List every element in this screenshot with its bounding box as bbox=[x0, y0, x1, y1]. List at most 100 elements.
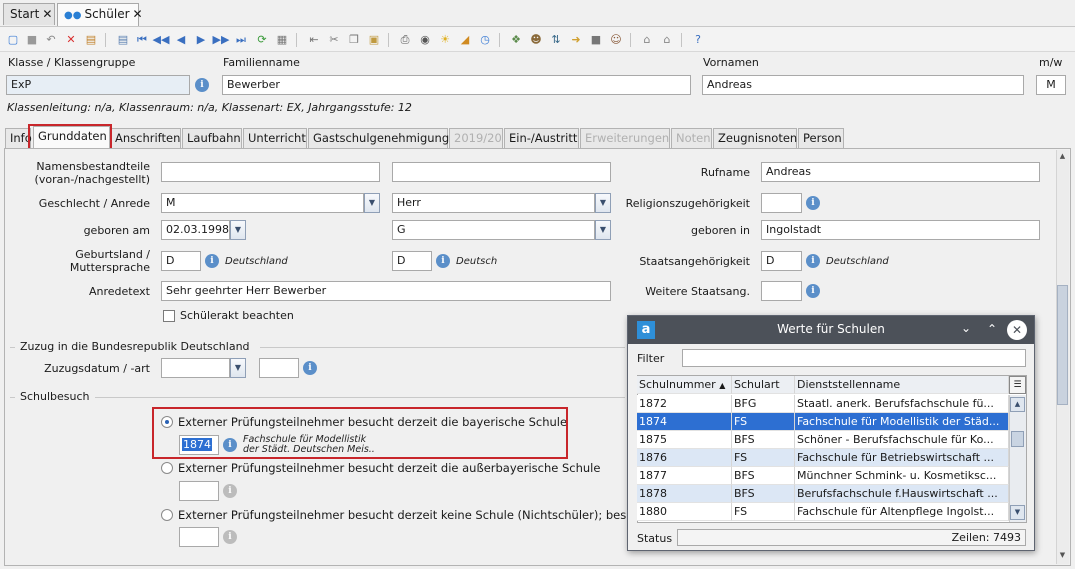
clock-icon[interactable]: ◷ bbox=[476, 31, 494, 49]
tab-anschriften[interactable]: Anschriften bbox=[110, 128, 181, 148]
table-row[interactable]: 1872 BFG Staatl. anerk. Berufsfachschule f… bbox=[637, 395, 1009, 413]
tab-zeugnisnoten[interactable]: Zeugnisnoten bbox=[713, 128, 797, 148]
scrollbar-thumb[interactable] bbox=[1057, 285, 1068, 405]
rufname-field[interactable]: Andreas bbox=[761, 162, 1040, 182]
table-row-selected[interactable]: 1874 FS Fachschule für Modellistik der Stä… bbox=[637, 413, 1009, 431]
minimize-icon[interactable]: ⌄ bbox=[961, 321, 971, 335]
mw-field[interactable]: M bbox=[1036, 75, 1066, 95]
first-icon[interactable]: ⏮ bbox=[133, 31, 151, 49]
info-icon[interactable]: i bbox=[195, 78, 209, 92]
column-header-schulart[interactable]: Schulart bbox=[732, 376, 795, 394]
column-chooser-icon[interactable]: ☰ bbox=[1009, 376, 1026, 394]
close-icon[interactable]: ✕ bbox=[1007, 320, 1027, 340]
geburtsland-field[interactable]: D bbox=[161, 251, 201, 271]
klasse-field[interactable]: ExP bbox=[6, 75, 190, 95]
tab-laufbahn[interactable]: Laufbahn bbox=[182, 128, 242, 148]
tab-start[interactable]: Start ✕ bbox=[3, 3, 55, 25]
new-icon[interactable]: ▢ bbox=[4, 31, 22, 49]
tab-person[interactable]: Person bbox=[798, 128, 844, 148]
radio-ausserbayerische-schule[interactable] bbox=[161, 462, 173, 474]
familienname-field[interactable]: Bewerber bbox=[222, 75, 691, 95]
chevron-down-icon[interactable]: ▼ bbox=[230, 220, 246, 240]
geboren-in-field[interactable]: Ingolstadt bbox=[761, 220, 1040, 240]
dialog-titlebar[interactable]: a Werte für Schulen ⌄ ⌃ ✕ bbox=[628, 316, 1034, 344]
geschlecht-select[interactable]: M bbox=[161, 193, 364, 213]
filter-input[interactable] bbox=[682, 349, 1026, 367]
refresh-icon[interactable]: ⟳ bbox=[253, 31, 271, 49]
info-icon[interactable]: i bbox=[303, 361, 317, 375]
namensbestandteile-field-1[interactable] bbox=[161, 162, 380, 182]
sort-icon[interactable]: ⇅ bbox=[547, 31, 565, 49]
close-icon[interactable]: ✕ bbox=[133, 7, 143, 21]
close-icon[interactable]: ✕ bbox=[42, 7, 52, 21]
anrede-select[interactable]: Herr bbox=[392, 193, 595, 213]
scroll-up-icon[interactable]: ▲ bbox=[1057, 152, 1068, 164]
anredetext-field[interactable]: Sehr geehrter Herr Bewerber bbox=[161, 281, 611, 301]
scroll-down-icon[interactable]: ▼ bbox=[1057, 551, 1068, 563]
home2-icon[interactable]: ⌂ bbox=[658, 31, 676, 49]
table-row[interactable]: 1878 BFS Berufsfachschule f.Hauswirtschaft… bbox=[637, 485, 1009, 503]
last-icon[interactable]: ⏭ bbox=[232, 31, 250, 49]
edit-icon[interactable]: ▤ bbox=[82, 31, 100, 49]
info-icon[interactable]: i bbox=[436, 254, 450, 268]
religion-field[interactable] bbox=[761, 193, 802, 213]
export-icon[interactable]: ➜ bbox=[567, 31, 585, 49]
table-scrollbar[interactable] bbox=[1009, 395, 1026, 522]
scroll-up-icon[interactable]: ▲ bbox=[1010, 397, 1025, 412]
preview-icon[interactable]: ◉ bbox=[416, 31, 434, 49]
maximize-icon[interactable]: ⌃ bbox=[987, 322, 997, 336]
chevron-down-icon[interactable]: ▼ bbox=[595, 220, 611, 240]
prev-page-icon[interactable]: ◀◀ bbox=[152, 31, 170, 49]
table-row[interactable]: 1875 BFS Schöner - Berufsfachschule für Ko… bbox=[637, 431, 1009, 449]
tab-ein-austritt[interactable]: Ein-/Austritt bbox=[504, 128, 579, 148]
table-row[interactable]: 1880 FS Fachschule für Altenpflege Ingolst… bbox=[637, 503, 1009, 521]
tab-unterricht[interactable]: Unterricht bbox=[243, 128, 307, 148]
keine-schule-field[interactable] bbox=[179, 527, 219, 547]
help-icon[interactable]: ? bbox=[689, 31, 707, 49]
geboren-am-field[interactable]: 02.03.1998 bbox=[161, 220, 230, 240]
save-icon[interactable]: ■ bbox=[23, 31, 41, 49]
info-icon[interactable]: i bbox=[205, 254, 219, 268]
zuzugsart-field[interactable] bbox=[259, 358, 299, 378]
scroll-down-icon[interactable]: ▼ bbox=[1010, 505, 1025, 520]
cut-icon[interactable]: ✂ bbox=[325, 31, 343, 49]
group-icon[interactable]: ❖ bbox=[507, 31, 525, 49]
tab-gastschulgenehmigung[interactable]: Gastschulgenehmigung bbox=[308, 128, 449, 148]
radio-keine-schule[interactable] bbox=[161, 509, 173, 521]
column-header-dienststellenname[interactable]: Dienststellenname bbox=[795, 376, 1009, 394]
info-icon[interactable]: i bbox=[806, 254, 820, 268]
box-icon[interactable]: ■ bbox=[587, 31, 605, 49]
home-icon[interactable]: ⌂ bbox=[638, 31, 656, 49]
table-scrollbar-thumb[interactable] bbox=[1011, 431, 1024, 447]
namensbestandteile-field-2[interactable] bbox=[392, 162, 611, 182]
back-icon[interactable]: ⇤ bbox=[305, 31, 323, 49]
chevron-down-icon[interactable]: ▼ bbox=[364, 193, 380, 213]
staatsang-field[interactable]: D bbox=[761, 251, 802, 271]
weitere-field[interactable] bbox=[761, 281, 802, 301]
undo-icon[interactable]: ↶ bbox=[42, 31, 60, 49]
next-page-icon[interactable]: ▶▶ bbox=[212, 31, 230, 49]
schuelerakt-checkbox[interactable] bbox=[163, 310, 175, 322]
prev-icon[interactable]: ◀ bbox=[172, 31, 190, 49]
contact-icon[interactable]: ☺ bbox=[607, 31, 625, 49]
print-icon[interactable]: ⎙ bbox=[396, 31, 414, 49]
copy-icon[interactable]: ❐ bbox=[345, 31, 363, 49]
next-icon[interactable]: ▶ bbox=[192, 31, 210, 49]
grid-icon[interactable]: ▦ bbox=[273, 31, 291, 49]
bulb-icon[interactable]: ☀ bbox=[436, 31, 454, 49]
muttersprache-field[interactable]: D bbox=[392, 251, 432, 271]
tag-icon[interactable]: ◢ bbox=[456, 31, 474, 49]
zuzugsdatum-field[interactable] bbox=[161, 358, 230, 378]
info-icon[interactable]: i bbox=[806, 196, 820, 210]
geboren-g-select[interactable]: G bbox=[392, 220, 595, 240]
user-icon[interactable]: ☻ bbox=[527, 31, 545, 49]
list-icon[interactable]: ▤ bbox=[114, 31, 132, 49]
table-row[interactable]: 1876 FS Fachschule für Betriebswirtschaft … bbox=[637, 449, 1009, 467]
ausserbayerische-field[interactable] bbox=[179, 481, 219, 501]
info-icon[interactable]: i bbox=[806, 284, 820, 298]
table-row[interactable]: 1877 BFS Münchner Schmink- u. Kosmetiksc..… bbox=[637, 467, 1009, 485]
column-header-schulnummer[interactable]: Schulnummer ▲ bbox=[637, 376, 732, 394]
tab-schueler[interactable]: ●● Schüler ✕ bbox=[57, 3, 143, 26]
delete-icon[interactable]: ✕ bbox=[62, 31, 80, 49]
vornamen-field[interactable]: Andreas bbox=[702, 75, 1024, 95]
